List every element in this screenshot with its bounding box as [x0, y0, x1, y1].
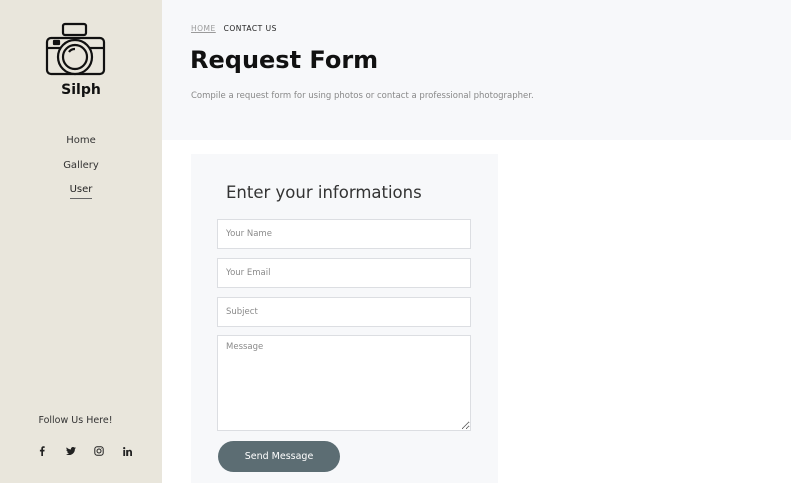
nav-item-home[interactable]: Home [0, 134, 162, 159]
facebook-icon[interactable] [28, 444, 57, 458]
request-form: Enter your informations Send Message [191, 154, 498, 483]
name-input[interactable] [217, 219, 471, 249]
breadcrumb-home-link[interactable]: HOME [191, 24, 216, 33]
send-message-button[interactable]: Send Message [218, 441, 340, 472]
page-title: Request Form [190, 46, 379, 74]
nav-item-gallery[interactable]: Gallery [0, 159, 162, 184]
sidebar: Silph Home Gallery User Follow Us Here! [0, 0, 162, 483]
social-links [28, 444, 142, 458]
nav-item-label: User [69, 183, 93, 199]
email-input[interactable] [217, 258, 471, 288]
message-textarea[interactable] [217, 335, 471, 431]
form-title: Enter your informations [226, 183, 422, 202]
twitter-icon[interactable] [57, 444, 86, 458]
instagram-icon[interactable] [85, 444, 114, 458]
subject-input[interactable] [217, 297, 471, 327]
sidebar-nav: Home Gallery User [0, 134, 162, 208]
breadcrumb-current: CONTACT US [223, 24, 277, 33]
brand-name: Silph [61, 82, 101, 98]
page-description: Compile a request form for using photos … [191, 91, 534, 101]
breadcrumb: HOME CONTACT US [191, 24, 277, 33]
nav-item-label: Home [66, 135, 96, 146]
camera-icon[interactable] [45, 21, 106, 77]
linkedin-icon[interactable] [114, 444, 143, 458]
page-header: HOME CONTACT US Request Form Compile a r… [162, 0, 791, 140]
nav-item-user[interactable]: User [0, 183, 162, 208]
nav-item-label: Gallery [63, 159, 99, 171]
follow-heading: Follow Us Here! [38, 415, 113, 426]
